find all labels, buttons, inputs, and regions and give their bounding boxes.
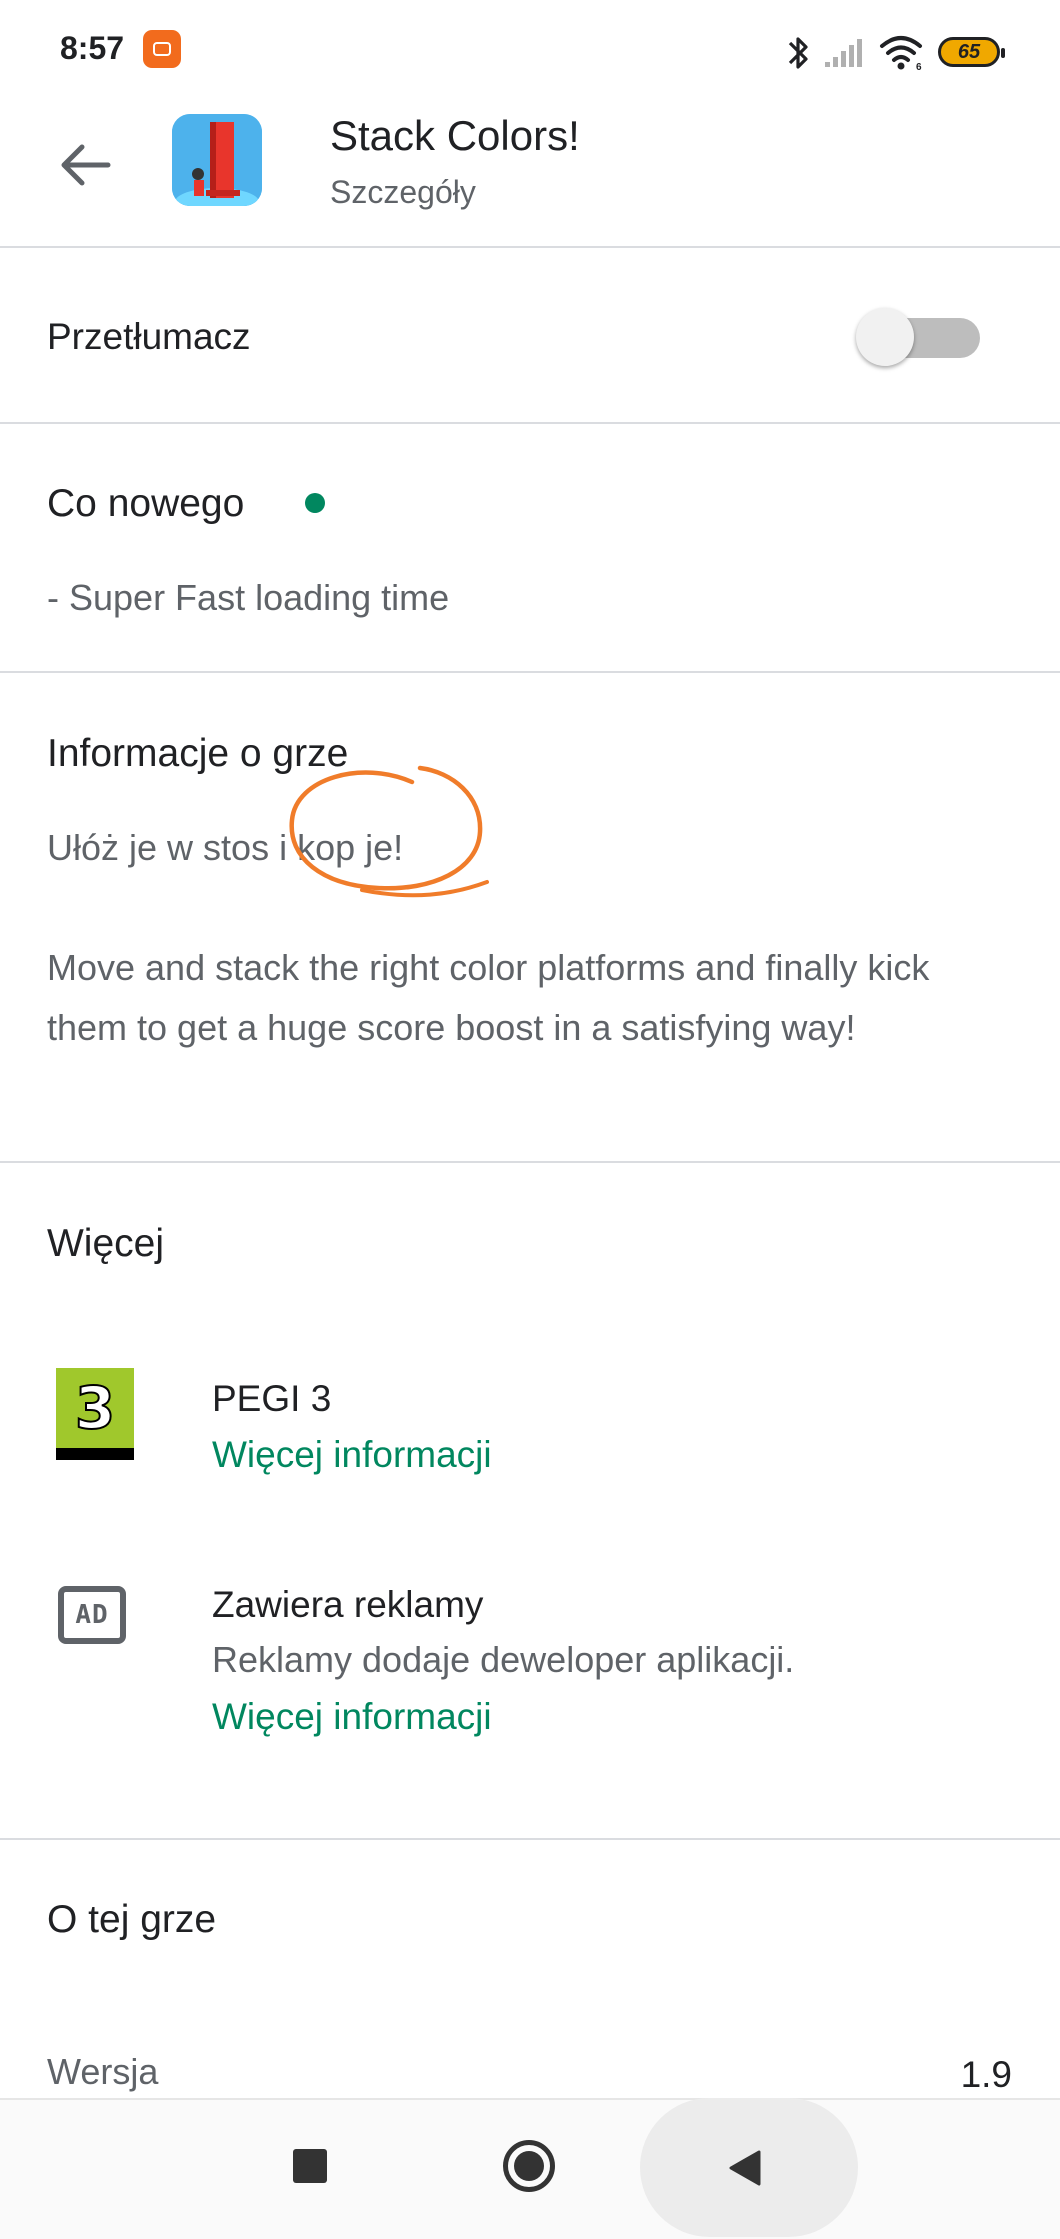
arrow-left-icon	[61, 144, 111, 186]
recents-button[interactable]	[293, 2149, 327, 2183]
app-title: Stack Colors!	[330, 112, 580, 159]
battery-indicator: 65	[938, 37, 1005, 67]
svg-text:6: 6	[916, 62, 922, 72]
version-value: 1.9	[960, 2054, 1012, 2095]
pegi-3-icon: 3	[56, 1368, 134, 1460]
pegi-title: PEGI 3	[212, 1378, 332, 1419]
mi-app-icon	[143, 30, 181, 68]
version-label: Wersja	[47, 2051, 159, 2092]
home-button[interactable]	[503, 2140, 555, 2192]
whats-new-title: Co nowego	[47, 482, 245, 525]
ads-more-info-link[interactable]: Więcej informacji	[212, 1696, 492, 1738]
new-indicator-dot	[305, 493, 325, 513]
whats-new-text: - Super Fast loading time	[47, 577, 450, 618]
translate-label: Przetłumacz	[47, 316, 251, 357]
bluetooth-icon	[788, 37, 808, 69]
divider	[0, 1838, 1060, 1840]
pegi-more-info-link[interactable]: Więcej informacji	[212, 1434, 492, 1476]
divider	[0, 671, 1060, 673]
about-title: O tej grze	[47, 1898, 217, 1941]
ads-text: Reklamy dodaje deweloper aplikacji.	[212, 1639, 795, 1680]
signal-icon	[825, 39, 862, 67]
more-title: Więcej	[47, 1222, 165, 1265]
divider	[0, 1161, 1060, 1163]
back-triangle-icon[interactable]	[727, 2149, 763, 2187]
translate-toggle-thumb[interactable]	[856, 308, 914, 366]
divider	[0, 422, 1060, 424]
page-subtitle: Szczegóły	[330, 174, 476, 210]
wifi-icon: 6	[880, 36, 922, 72]
hand-drawn-circle-annotation	[289, 765, 489, 898]
ad-icon: AD	[58, 1586, 126, 1644]
status-time: 8:57	[60, 30, 125, 66]
app-icon	[172, 114, 262, 206]
back-button[interactable]	[50, 130, 120, 200]
ads-title: Zawiera reklamy	[212, 1584, 484, 1625]
game-info-description: Move and stack the right color platforms…	[47, 947, 930, 1048]
